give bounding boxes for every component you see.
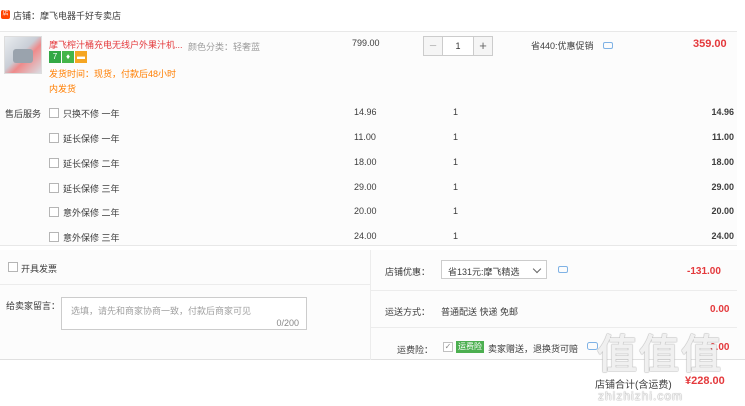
service-price: 14.96 (354, 107, 377, 117)
service-name: 意外保修 三年 (63, 233, 120, 243)
service-price: 11.00 (354, 132, 376, 142)
quantity-stepper: − 1 + (423, 36, 493, 56)
service-name: 意外保修 二年 (63, 208, 120, 218)
store-header: 店 店铺：摩飞电器千好专卖店 (0, 0, 745, 30)
service-row: 延长保修 一年 11.00 1 11.00 (0, 130, 737, 150)
quantity-input[interactable]: 1 (443, 36, 473, 56)
service-checkbox[interactable] (49, 232, 59, 242)
item-subtotal: 359.00 (693, 38, 727, 50)
promo-discount[interactable]: 省440:优惠促销 (531, 39, 594, 52)
delivery-method-option[interactable]: 普通配送 快递 免邮 (441, 305, 518, 318)
chevron-down-icon (532, 264, 542, 274)
service-name: 延长保修 一年 (63, 134, 120, 144)
shield-icon[interactable]: ♦ (62, 51, 74, 63)
service-price: 18.00 (354, 157, 377, 167)
panel-divider (370, 250, 371, 360)
shipping-insurance-description: 卖家赠送，退换货可赔 (488, 344, 579, 354)
service-total: 24.00 (711, 231, 734, 241)
unit-price: 799.00 (352, 38, 380, 48)
invoice-checkbox[interactable] (8, 262, 18, 272)
service-row: 意外保修 二年 20.00 1 20.00 (0, 204, 737, 224)
service-total: 18.00 (711, 157, 734, 167)
chat-icon[interactable] (558, 266, 568, 273)
decrease-quantity-button[interactable]: − (423, 36, 443, 56)
credit-card-icon[interactable]: ▬ (75, 51, 87, 63)
row-divider (371, 290, 737, 291)
service-checkbox[interactable] (49, 207, 59, 217)
service-checkbox[interactable] (49, 108, 59, 118)
shipping-insurance-tag: 运费险 (456, 341, 484, 353)
service-total: 29.00 (711, 182, 734, 192)
seller-message-placeholder: 选填，请先和商家协商一致，付款后商家可见 (71, 306, 252, 316)
service-checkbox[interactable] (49, 158, 59, 168)
service-total: 14.96 (711, 107, 734, 117)
store-coupon-amount: -131.00 (687, 266, 721, 277)
product-thumbnail[interactable] (4, 36, 42, 74)
service-quantity: 1 (453, 132, 459, 142)
shipping-time-continued: 内发货 (49, 84, 77, 94)
chat-icon[interactable] (603, 42, 613, 49)
seller-message-label: 给卖家留言： (6, 301, 61, 311)
service-row: 延长保修 三年 29.00 1 29.00 (0, 180, 737, 200)
shipping-insurance-label: 运费险： (397, 345, 434, 355)
service-quantity: 1 (453, 107, 459, 117)
watermark-url: zhizhizhi.com (598, 389, 684, 403)
product-title[interactable]: 摩飞榨汁桶充电无线户外果汁机... (49, 38, 185, 51)
service-total: 20.00 (711, 206, 734, 216)
watermark-logo: 值值值 (597, 333, 723, 377)
service-price: 29.00 (354, 182, 377, 192)
store-icon: 店 (1, 10, 10, 19)
increase-quantity-button[interactable]: + (473, 36, 493, 56)
service-checkbox[interactable] (49, 133, 59, 143)
service-name: 只换不修 一年 (63, 109, 120, 119)
service-name: 延长保修 二年 (63, 159, 120, 169)
delivery-fee: 0.00 (710, 304, 730, 315)
service-row: 只换不修 一年 14.96 1 14.96 (0, 105, 737, 125)
service-quantity: 1 (453, 182, 459, 192)
store-name[interactable]: 店铺：摩飞电器千好专卖店 (13, 9, 121, 22)
service-total: 11.00 (711, 132, 734, 142)
service-quantity: 1 (453, 206, 459, 216)
service-checkbox[interactable] (49, 183, 59, 193)
seller-message-field[interactable]: 选填，请先和商家协商一致，付款后商家可见 0/200 (61, 297, 307, 330)
invoice-label[interactable]: 开具发票 (21, 262, 57, 275)
store-coupon-select[interactable]: 省131元:摩飞精选 (441, 260, 547, 279)
service-quantity: 1 (453, 231, 459, 241)
service-row: 延长保修 二年 18.00 1 18.00 (0, 155, 737, 175)
product-spec: 颜色分类：轻奢蓝 (188, 42, 261, 52)
service-row: 意外保修 三年 24.00 1 24.00 (0, 229, 737, 249)
product-image-shape (13, 49, 33, 63)
service-quantity: 1 (453, 157, 459, 167)
character-count: 0/200 (276, 318, 299, 328)
shipping-insurance-checkbox[interactable]: ✓ (443, 342, 453, 352)
store-coupon-selected: 省131元:摩飞精选 (448, 267, 520, 277)
shipping-time: 发货时间：现货，付款后48小时 (49, 69, 177, 79)
service-price: 20.00 (354, 206, 377, 216)
row-divider (0, 284, 370, 285)
delivery-method-label: 运送方式： (385, 307, 431, 317)
seven-day-return-icon[interactable]: 7 (49, 51, 61, 63)
service-price: 24.00 (354, 231, 377, 241)
store-coupon-label: 店铺优惠： (385, 267, 431, 277)
product-badges: 7 ♦ ▬ (49, 51, 87, 63)
service-name: 延长保修 三年 (63, 184, 120, 194)
